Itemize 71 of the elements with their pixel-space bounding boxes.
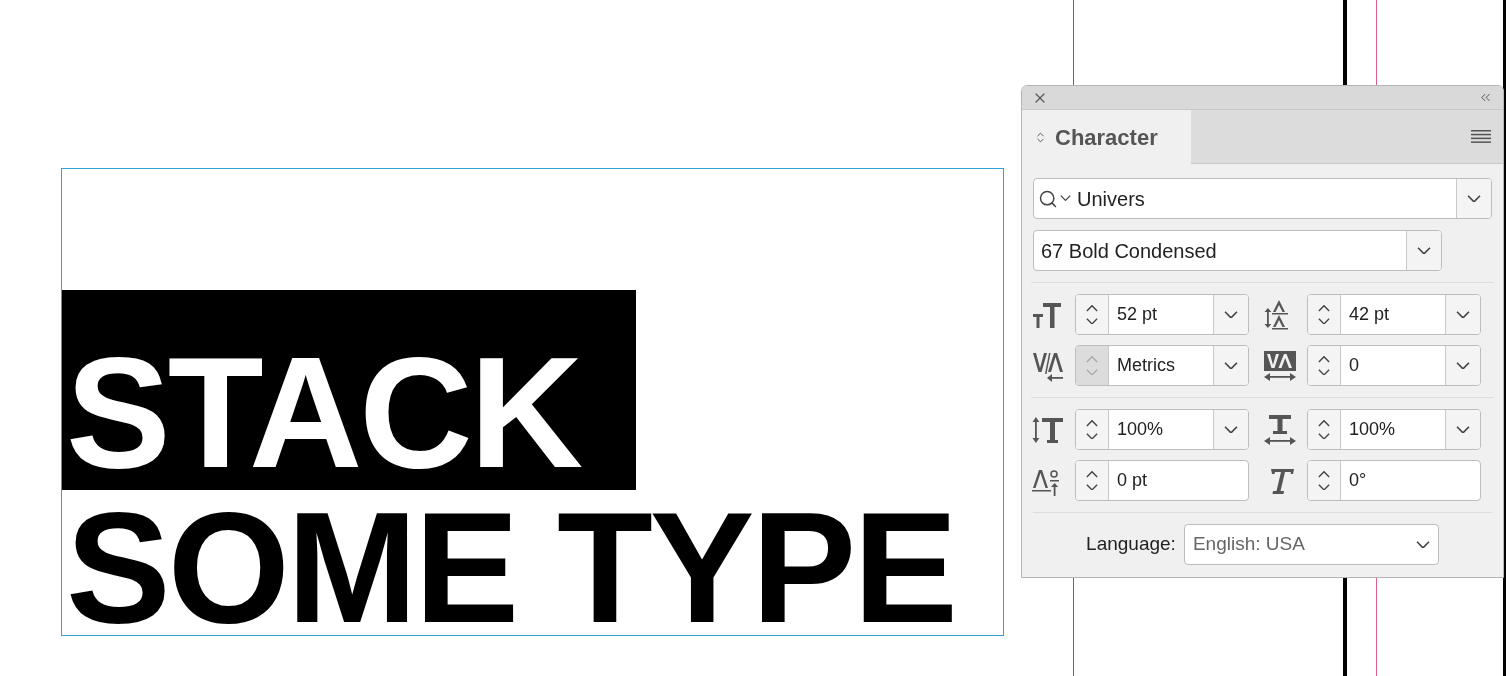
- panel-tab[interactable]: Character: [1022, 110, 1191, 164]
- field-value: 0: [1348, 354, 1360, 377]
- down-icon: [1086, 317, 1098, 325]
- chevron-down-icon: [1456, 361, 1470, 370]
- up-icon: [1318, 304, 1330, 312]
- stepper[interactable]: [1308, 295, 1341, 334]
- down-icon: [1318, 483, 1330, 491]
- value-field[interactable]: 52 pt: [1075, 294, 1249, 335]
- field-value: 0°: [1348, 469, 1368, 492]
- dropdown-button[interactable]: [1456, 179, 1491, 218]
- up-icon: [1086, 355, 1098, 363]
- value-field[interactable]: 100%: [1307, 409, 1481, 450]
- value-field[interactable]: 0: [1307, 345, 1481, 386]
- dropdown-button[interactable]: [1213, 410, 1248, 449]
- down-icon: [1318, 368, 1330, 376]
- value-field[interactable]: 100%: [1075, 409, 1249, 450]
- chevron-down-icon: [1060, 195, 1071, 202]
- chevron-down-icon: [1224, 310, 1238, 319]
- chevron-down-icon: [1417, 246, 1431, 255]
- stepper[interactable]: [1076, 461, 1109, 500]
- dropdown-button[interactable]: [1445, 410, 1480, 449]
- search-icon: [1038, 188, 1058, 209]
- font-style-field[interactable]: 67 Bold Condensed: [1033, 230, 1442, 271]
- down-icon: [1086, 483, 1098, 491]
- chevron-down-icon: [1456, 425, 1470, 434]
- down-icon: [1318, 432, 1330, 440]
- field-value: 100%: [1116, 418, 1165, 441]
- dropdown-button[interactable]: [1445, 295, 1480, 334]
- stepper[interactable]: [1308, 346, 1341, 385]
- dropdown-button[interactable]: [1445, 346, 1480, 385]
- value-field[interactable]: 0 pt: [1075, 460, 1249, 501]
- up-icon: [1086, 419, 1098, 427]
- stepper[interactable]: [1076, 410, 1109, 449]
- dropdown-button[interactable]: [1406, 231, 1441, 270]
- value-field[interactable]: Metrics: [1075, 345, 1249, 386]
- chevron-down-icon: [1467, 194, 1481, 203]
- up-icon: [1318, 355, 1330, 363]
- stepper[interactable]: [1308, 461, 1341, 500]
- field-value: 42 pt: [1348, 303, 1391, 326]
- tracking-icon: [1263, 348, 1297, 383]
- field-value: Univers: [1076, 186, 1146, 212]
- menu-icon[interactable]: [1471, 130, 1491, 143]
- field-value: 52 pt: [1116, 303, 1159, 326]
- text-frame[interactable]: STACK SOME TYPE: [61, 168, 1004, 636]
- up-icon: [1318, 419, 1330, 427]
- up-down-icon: [1034, 130, 1047, 144]
- down-icon: [1086, 432, 1098, 440]
- chevron-down-icon: [1224, 361, 1238, 370]
- language-dropdown[interactable]: English: USA: [1183, 524, 1439, 565]
- stepper[interactable]: [1308, 410, 1341, 449]
- field-value: 100%: [1348, 418, 1397, 441]
- field-value: 67 Bold Condensed: [1040, 238, 1218, 264]
- up-icon: [1086, 304, 1098, 312]
- stepper[interactable]: [1076, 295, 1109, 334]
- language-label: Language:: [1086, 532, 1176, 557]
- headline-text: STACK: [66, 335, 581, 490]
- dropdown-button[interactable]: [1213, 295, 1248, 334]
- down-icon: [1318, 317, 1330, 325]
- value-field[interactable]: 0°: [1307, 460, 1481, 501]
- dropdown-button[interactable]: [1213, 346, 1248, 385]
- chevron-down-icon: [1456, 310, 1470, 319]
- up-icon: [1318, 470, 1330, 478]
- font-family-field[interactable]: Univers: [1033, 178, 1492, 219]
- value-field[interactable]: 42 pt: [1307, 294, 1481, 335]
- field-value: 0 pt: [1116, 469, 1149, 492]
- down-icon: [1086, 368, 1098, 376]
- up-icon: [1086, 470, 1098, 478]
- field-value: Metrics: [1116, 354, 1176, 377]
- chevron-down-icon: [1224, 425, 1238, 434]
- horizontal-scale-icon: [1263, 412, 1297, 447]
- chevron-down-icon: [1415, 540, 1430, 549]
